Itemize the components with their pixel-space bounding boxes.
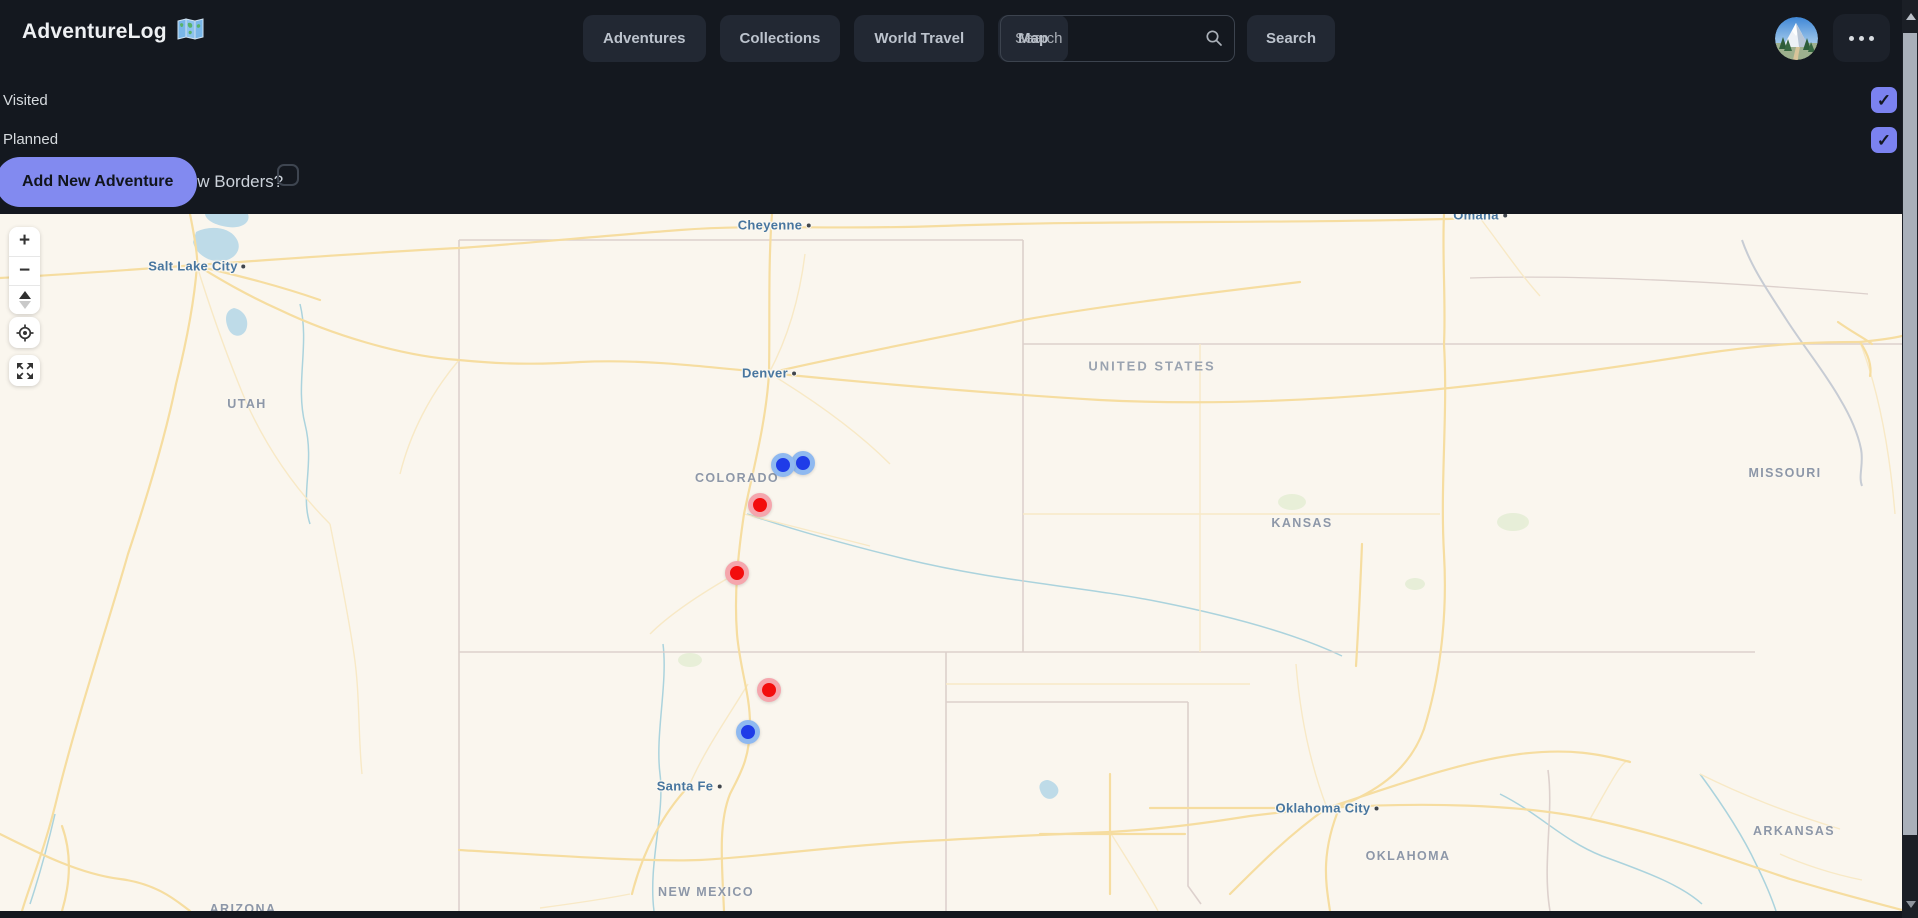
visited-filter-checkbox[interactable]: ✓	[1871, 87, 1897, 113]
scroll-up-arrow-icon[interactable]	[1906, 13, 1916, 20]
zoom-in-button[interactable]: +	[9, 227, 40, 256]
search-input[interactable]	[1000, 15, 1235, 62]
pitch-up-icon	[19, 291, 31, 299]
search-button[interactable]: Search	[1247, 15, 1335, 62]
search-field-wrap	[1000, 15, 1235, 62]
main-nav: Adventures Collections World Travel Map	[583, 15, 1068, 62]
top-navigation-bar: AdventureLog Adventures Collections Worl…	[0, 0, 1902, 80]
zoom-out-button[interactable]: −	[9, 256, 40, 285]
bottom-edge-strip	[0, 911, 1918, 918]
world-map-emoji-icon	[177, 18, 204, 45]
adventure-marker-visited-2[interactable]	[725, 561, 749, 585]
geolocate-icon	[16, 324, 34, 342]
page-scrollbar[interactable]	[1902, 0, 1918, 918]
scrollbar-thumb[interactable]	[1903, 33, 1917, 835]
user-avatar[interactable]	[1775, 17, 1818, 60]
planned-filter-label: Planned	[3, 131, 58, 148]
fullscreen-button[interactable]	[9, 355, 40, 386]
geolocate-button[interactable]	[9, 317, 40, 348]
pitch-down-icon	[19, 301, 31, 309]
checkmark-icon: ✓	[1877, 132, 1891, 149]
search-icon	[1205, 29, 1223, 52]
minus-icon: −	[19, 261, 30, 280]
brand[interactable]: AdventureLog	[22, 18, 204, 45]
nav-world-travel-button[interactable]: World Travel	[854, 15, 984, 62]
ellipsis-icon	[1849, 36, 1854, 41]
plus-icon: +	[19, 231, 30, 250]
adventure-marker-visited-3[interactable]	[757, 678, 781, 702]
map-zoom-control-group: + −	[9, 227, 40, 314]
scroll-down-arrow-icon[interactable]	[1906, 901, 1916, 908]
nav-adventures-button[interactable]: Adventures	[583, 15, 706, 62]
app-title: AdventureLog	[22, 20, 167, 44]
adventure-marker-visited-1[interactable]	[748, 493, 772, 517]
map[interactable]: UNITED STATESUTAHCOLORADOKANSASMISSOURIN…	[0, 214, 1902, 911]
nav-collections-button[interactable]: Collections	[720, 15, 841, 62]
fullscreen-icon	[16, 362, 34, 380]
basemap-tiles	[0, 214, 1902, 911]
adventurelog-app: AdventureLog Adventures Collections Worl…	[0, 0, 1918, 918]
visited-filter-label: Visited	[3, 92, 48, 109]
show-borders-checkbox[interactable]	[277, 164, 299, 186]
pitch-bearing-button[interactable]	[9, 285, 40, 314]
adventure-marker-planned-2[interactable]	[771, 453, 795, 477]
checkmark-icon: ✓	[1877, 92, 1891, 109]
adventure-marker-planned-3[interactable]	[736, 720, 760, 744]
planned-filter-checkbox[interactable]: ✓	[1871, 127, 1897, 153]
add-new-adventure-button[interactable]: Add New Adventure	[0, 157, 197, 207]
overflow-menu-button[interactable]	[1833, 14, 1890, 62]
